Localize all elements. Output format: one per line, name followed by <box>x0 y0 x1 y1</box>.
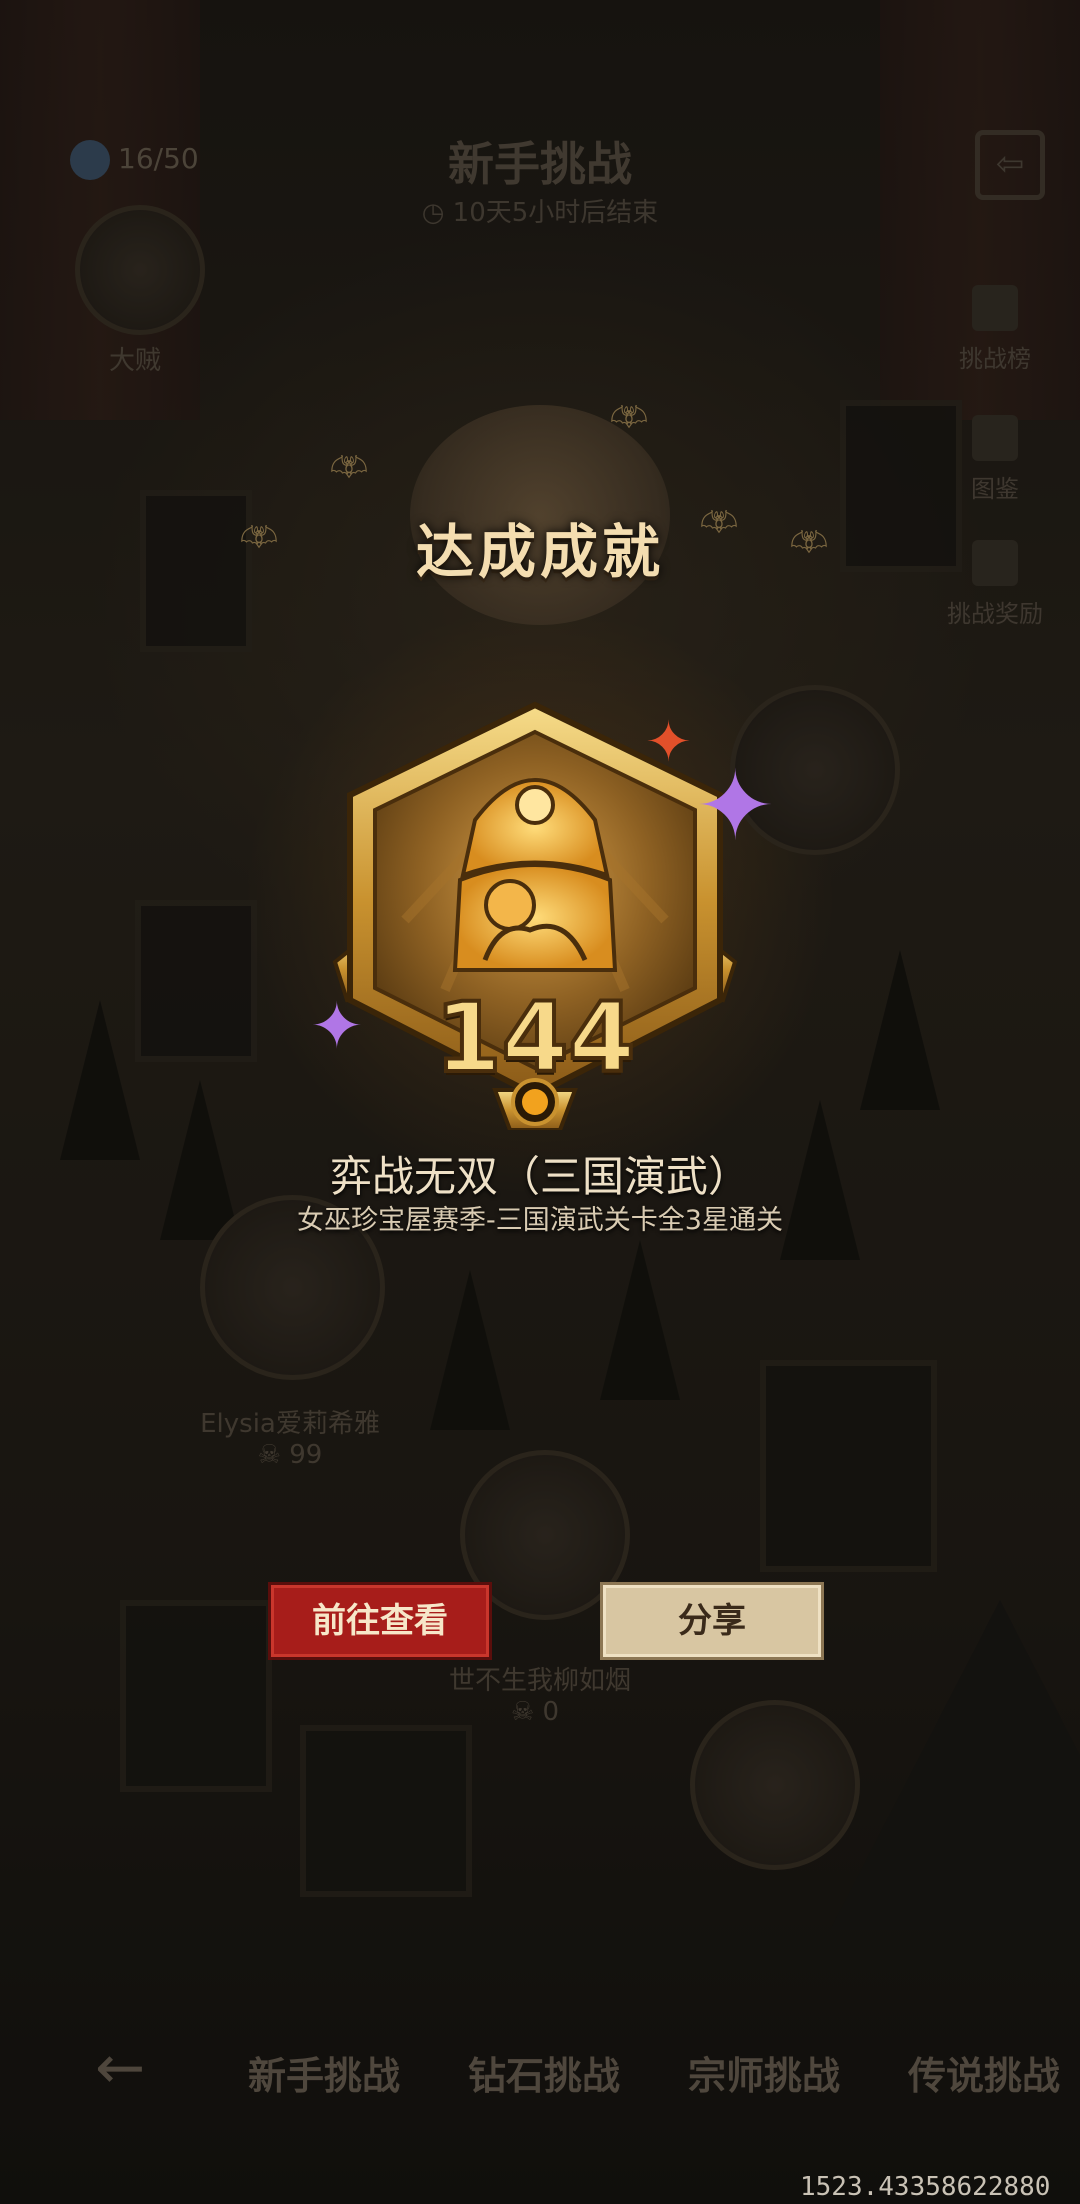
tab-diamond[interactable]: 钻石挑战 <box>468 2045 620 2100</box>
bat-icon: 🦇︎ <box>330 450 369 485</box>
tab-legend[interactable]: 传说挑战 <box>908 2045 1060 2100</box>
view-button[interactable]: 前往查看 <box>268 1582 492 1660</box>
achievement-description: 女巫珍宝屋赛季-三国演武关卡全3星通关 <box>297 1205 783 1236</box>
sparkle-icon: ✦ <box>310 990 364 1064</box>
share-button[interactable]: 分享 <box>600 1582 824 1660</box>
sparkle-icon: ✦ <box>695 750 776 862</box>
debug-readout: 1523.43358622880 <box>800 2172 1051 2202</box>
tab-master[interactable]: 宗师挑战 <box>688 2045 840 2100</box>
tab-novice[interactable]: 新手挑战 <box>248 2045 400 2100</box>
bat-icon: 🦇︎ <box>610 400 649 435</box>
arrow-left-icon[interactable]: ← <box>95 2033 145 2103</box>
game-screen: 大贼 Elysia爱莉希雅 ☠ 99 世不生我柳如烟 ☠ 0 16/50 新手挑… <box>0 0 1080 2204</box>
bottom-nav: ← 新手挑战 钻石挑战 宗师挑战 传说挑战 <box>0 2005 1080 2125</box>
achievement-name: 弈战无双（三国演武） <box>329 1152 750 1201</box>
achievement-heading: 达成成就 <box>415 518 664 586</box>
badge-number: 144 <box>433 980 637 1096</box>
sparkle-icon: ✦ <box>645 710 692 775</box>
